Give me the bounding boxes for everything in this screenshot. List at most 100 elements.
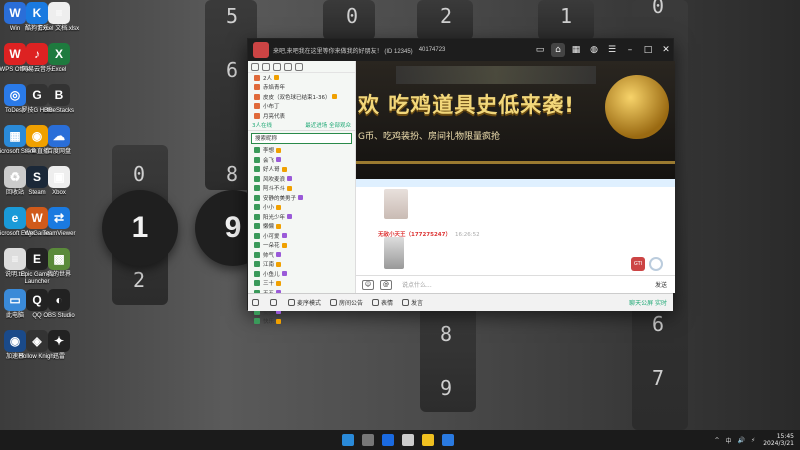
user-list-item[interactable]: 懒懒: [248, 222, 355, 232]
mic-button[interactable]: [252, 299, 261, 306]
desktop-icon[interactable]: ✦ 迅雷: [38, 330, 80, 361]
search-icon[interactable]: [362, 434, 374, 446]
user-list-item[interactable]: 安静的美男子: [248, 193, 355, 203]
file-explorer-icon[interactable]: [402, 434, 414, 446]
clock-digit: 0: [652, 0, 665, 18]
user-list-item[interactable]: 阿斗不斗: [248, 184, 355, 194]
room-avatar[interactable]: [253, 42, 269, 58]
user-list-item[interactable]: 阳光少年: [248, 212, 355, 222]
user-icon: [254, 232, 260, 239]
user-name: 懒懒: [263, 224, 275, 231]
user-list-item[interactable]: 皮皮（双色球已结束1-36）: [248, 92, 355, 102]
user-icon: [254, 175, 260, 182]
user-list-item[interactable]: 小可爱: [248, 231, 355, 241]
section-filter[interactable]: 最近进场 全部观众: [305, 121, 351, 129]
user-list-item[interactable]: 好人哥: [248, 165, 355, 175]
file-icon: ≡: [48, 2, 70, 24]
gift-ring-icon[interactable]: [649, 257, 663, 271]
user-list-item[interactable]: 三十: [248, 279, 355, 289]
user-name: 小小: [263, 205, 275, 212]
bottom-item-label: 房间公告: [339, 300, 364, 307]
tab-icon[interactable]: [251, 62, 259, 71]
window-titlebar[interactable]: 来吧,来吧我在这里等你来做我的好朋友！ (ID 12345) 40174723 …: [248, 39, 673, 61]
grid-icon[interactable]: ▦: [569, 43, 583, 57]
user-icon: [254, 242, 260, 249]
user-list-item[interactable]: 风吹麦浪: [248, 174, 355, 184]
desktop-icon[interactable]: ≡ Excel 文档.xlsx: [38, 2, 80, 33]
user-list-item[interactable]: 2人: [248, 73, 355, 83]
search-icon[interactable]: [295, 62, 303, 71]
volume-icon: [270, 299, 277, 306]
menu-icon[interactable]: ☰: [605, 43, 619, 57]
tab-icon[interactable]: [284, 62, 292, 71]
user-list-item[interactable]: 江南: [248, 260, 355, 270]
desktop-icon[interactable]: ☁ 百度网盘: [38, 125, 80, 156]
home-icon[interactable]: ⌂: [551, 43, 565, 57]
clock-digit: 2: [440, 4, 453, 28]
volume-icon[interactable]: 🔊: [738, 437, 745, 444]
user-list-item[interactable]: 小布丁: [248, 102, 355, 112]
user-list-item[interactable]: 小鱼儿: [248, 269, 355, 279]
queue-icon: [288, 299, 295, 306]
gamepad-icon[interactable]: ◍: [587, 43, 601, 57]
level-badge-icon: [276, 223, 282, 229]
user-search-input[interactable]: 搜索昵称: [251, 132, 352, 144]
speak-icon: [402, 299, 410, 306]
taskbar: ^ 中 🔊 ⚡ 15:45 2024/3/21: [0, 430, 800, 450]
desktop-icon[interactable]: ▩ 我的世界: [38, 248, 80, 279]
chat-image[interactable]: [384, 237, 404, 269]
volume-button[interactable]: [270, 299, 279, 306]
ime-icon[interactable]: 中: [726, 436, 732, 445]
chat-input[interactable]: 说点什么...: [402, 280, 432, 289]
desktop-icon[interactable]: X Excel: [38, 43, 80, 74]
tab-icon[interactable]: [262, 62, 270, 71]
user-list-item[interactable]: 帅气: [248, 250, 355, 260]
desktop-icon[interactable]: ⇄ TeamViewer: [38, 207, 80, 238]
tab-icon[interactable]: [273, 62, 281, 71]
level-badge-icon: [287, 176, 293, 182]
chat-input-bar: ☺ @ 说点什么... 发送: [356, 275, 675, 293]
chat-image[interactable]: [384, 189, 408, 219]
desktop-icon[interactable]: B BlueStacks: [38, 84, 80, 115]
steam-icon[interactable]: [442, 434, 454, 446]
user-list-item[interactable]: 李想: [248, 146, 355, 156]
level-badge-icon: [281, 166, 287, 172]
bottom-item[interactable]: 麦序模式: [288, 298, 321, 307]
desktop-icon[interactable]: ▣ Xbox: [38, 166, 80, 197]
bottom-item[interactable]: 发言: [402, 298, 423, 307]
power-icon[interactable]: ⚡: [751, 437, 755, 444]
user-name: 李想: [263, 148, 275, 155]
desktop-icon[interactable]: ◐ OBS Studio: [38, 289, 80, 320]
user-list-item[interactable]: 会飞: [248, 155, 355, 165]
game-badge[interactable]: GTI: [631, 257, 645, 271]
send-button[interactable]: 发送: [655, 280, 667, 289]
minimize-icon[interactable]: –: [623, 43, 637, 57]
user-icon: [254, 103, 260, 110]
user-list-item[interactable]: 小小: [248, 203, 355, 213]
user-icon: [254, 112, 260, 119]
close-icon[interactable]: ✕: [659, 43, 673, 57]
bottom-item[interactable]: 表情: [372, 298, 393, 307]
live-room-window[interactable]: 来吧,来吧我在这里等你来做我的好朋友！ (ID 12345) 40174723 …: [247, 38, 675, 325]
tray-chevron-icon[interactable]: ^: [714, 437, 719, 444]
app-icon[interactable]: [422, 434, 434, 446]
at-icon[interactable]: @: [380, 279, 392, 290]
user-list-item[interactable]: 赤焰青年: [248, 83, 355, 93]
user-name: 风吹麦浪: [263, 176, 286, 183]
user-name: 江南: [263, 262, 275, 269]
user-list-item[interactable]: 月亮代表: [248, 111, 355, 121]
emoji-icon[interactable]: ☺: [362, 279, 374, 290]
taskbar-clock[interactable]: 15:45 2024/3/21: [763, 433, 794, 447]
maximize-icon[interactable]: □: [641, 43, 655, 57]
kugou-icon[interactable]: [382, 434, 394, 446]
bottom-item[interactable]: 房间公告: [330, 298, 363, 307]
chat-area[interactable]: 无敌小天王（177275247） 16:26:52 GTI: [356, 179, 675, 275]
desktop-icon-label: Xbox: [52, 190, 66, 196]
user-list-item[interactable]: 一朵花: [248, 241, 355, 251]
start-icon[interactable]: [342, 434, 354, 446]
camera-icon[interactable]: ▭: [533, 43, 547, 57]
banner-stripe: [356, 161, 675, 164]
clock-digit: 7: [652, 366, 665, 390]
promo-banner[interactable]: 欢 吃鸡道具史低来袭! G币、吃鸡装扮、房间礼物限量疯抢: [356, 61, 675, 179]
user-list-item[interactable]: 快乐: [248, 317, 355, 327]
